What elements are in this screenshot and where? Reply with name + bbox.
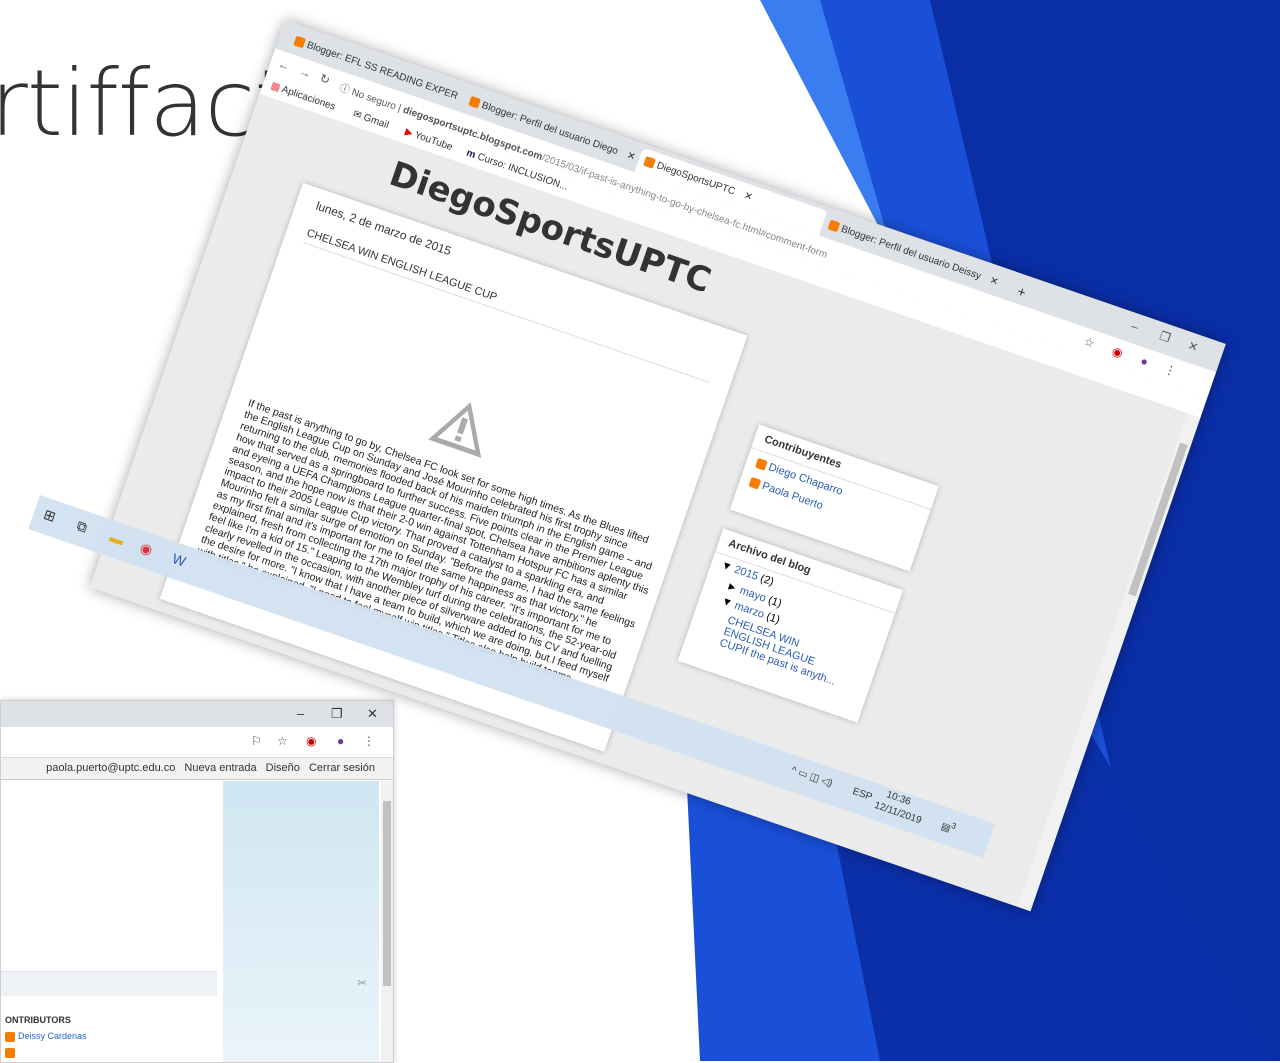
blogger-icon xyxy=(748,476,762,490)
blogger-icon xyxy=(827,219,841,233)
back-window-titlebar: – ❐ ✕ xyxy=(1,701,393,727)
language-indicator[interactable]: ESP xyxy=(851,786,874,803)
file-explorer-icon[interactable]: ▬ xyxy=(108,529,126,549)
reload-icon[interactable]: ↻ xyxy=(318,71,332,88)
star-icon[interactable]: ☆ xyxy=(1082,334,1097,351)
course-icon: m xyxy=(464,147,477,161)
blogger-icon xyxy=(643,156,656,170)
word-icon[interactable]: W xyxy=(170,550,188,569)
close-tab-icon[interactable]: ✕ xyxy=(625,150,637,163)
design-link[interactable]: Diseño xyxy=(266,762,300,774)
user-email: paola.puerto@uptc.edu.co xyxy=(46,762,176,774)
blogger-icon xyxy=(293,35,306,49)
contributor-link[interactable] xyxy=(5,1047,18,1058)
close-tab-icon[interactable]: ✕ xyxy=(742,190,754,203)
notification-icon[interactable]: ▤3 xyxy=(939,817,957,836)
back-right-panel xyxy=(223,781,379,1062)
forward-arrow-icon[interactable]: → xyxy=(297,64,313,81)
blogger-icon xyxy=(5,1047,15,1058)
contributor-link[interactable]: Deissy Cardenas xyxy=(5,1031,87,1042)
logout-link[interactable]: Cerrar sesión xyxy=(309,762,375,774)
extension-icon[interactable]: ◉ xyxy=(1110,344,1124,361)
blogger-navbar: paola.puerto@uptc.edu.co Nueva entrada D… xyxy=(1,758,393,780)
translate-icon[interactable]: ⚐ xyxy=(251,734,262,748)
new-post-link[interactable]: Nueva entrada xyxy=(184,762,256,774)
wrench-icon[interactable]: ✂ xyxy=(357,976,367,990)
back-scroll-thumb[interactable] xyxy=(383,801,391,986)
blogger-icon xyxy=(754,458,768,471)
system-tray-icons[interactable]: ^ ▭ ◫ ◁) xyxy=(790,765,834,789)
back-gadget-strip: ✂ xyxy=(1,971,367,996)
chrome-icon[interactable]: ◉ xyxy=(138,539,155,559)
apps-grid-icon: ▦ xyxy=(269,80,282,94)
back-arrow-icon[interactable]: ← xyxy=(276,57,292,74)
broken-image-warning-icon xyxy=(428,402,482,458)
blogger-icon xyxy=(5,1031,15,1042)
windows-start-icon[interactable]: ⊞ xyxy=(41,506,58,526)
back-browser-window: – ❐ ✕ ⚐ ☆ ◉ ● ⋮ paola.puerto@uptc.edu.co… xyxy=(0,700,394,1063)
blogger-icon xyxy=(468,96,481,109)
restore-icon[interactable]: ❐ xyxy=(331,706,343,722)
close-tab-icon[interactable]: ✕ xyxy=(988,275,1000,288)
minimize-icon[interactable]: – xyxy=(297,706,304,721)
back-window-toolbar: ⚐ ☆ ◉ ● ⋮ xyxy=(1,727,393,758)
task-view-icon[interactable]: ⧉ xyxy=(74,517,90,536)
gmail-icon: ✉ xyxy=(351,108,363,122)
avatar-icon[interactable]: ● xyxy=(337,734,344,748)
star-icon[interactable]: ☆ xyxy=(277,734,288,748)
menu-icon[interactable]: ⋮ xyxy=(1162,362,1178,379)
extension-icon[interactable]: ◉ xyxy=(306,734,316,748)
close-icon[interactable]: ✕ xyxy=(367,706,378,722)
menu-icon[interactable]: ⋮ xyxy=(363,734,375,748)
contributors-heading: ONTRIBUTORS xyxy=(5,1015,71,1025)
avatar-icon[interactable]: ● xyxy=(1139,354,1150,370)
